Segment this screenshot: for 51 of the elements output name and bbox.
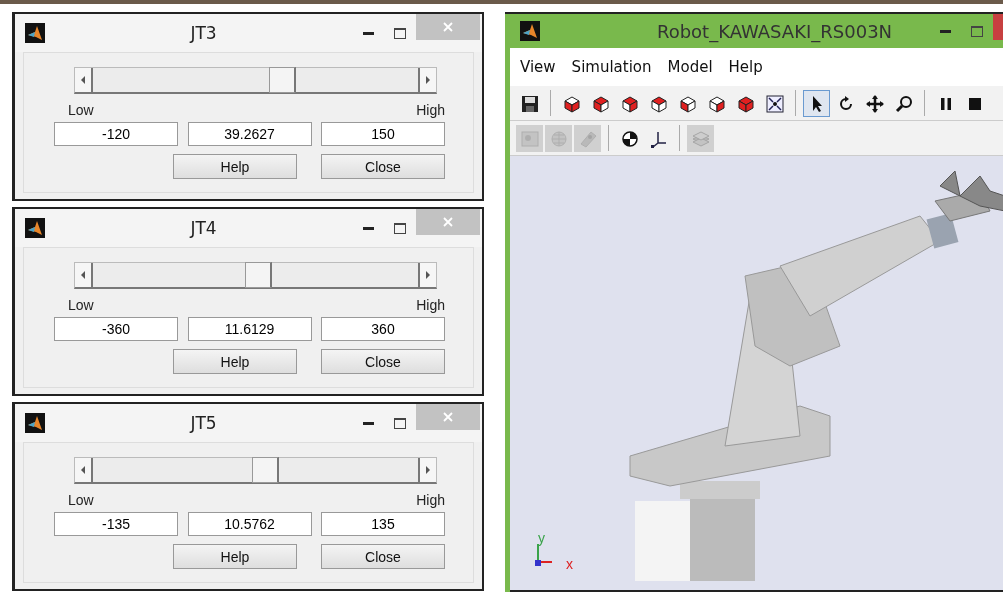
right-arrow-button[interactable]	[418, 458, 436, 482]
high-input-field[interactable]: 135	[321, 512, 445, 536]
help-button[interactable]: Help	[173, 154, 297, 179]
low-input-field[interactable]: -360	[54, 317, 178, 341]
slider[interactable]	[74, 67, 437, 94]
help-button[interactable]: Help	[173, 544, 297, 569]
slider-thumb[interactable]	[252, 457, 280, 483]
window-title: Robot_KAWASAKI_RS003N	[655, 20, 894, 42]
close-icon	[443, 217, 453, 227]
low-label: Low	[68, 102, 94, 118]
close-icon	[443, 412, 453, 422]
close-dialog-button[interactable]: Close	[321, 349, 445, 374]
left-arrow-button[interactable]	[75, 263, 93, 287]
value-input-field[interactable]: 39.2627	[187, 122, 312, 146]
help-button[interactable]: Help	[173, 349, 297, 374]
close-dialog-button[interactable]: Close	[321, 544, 445, 569]
left-arrow-button[interactable]	[75, 68, 93, 92]
high-label: High	[416, 102, 445, 118]
window-title: JT5	[188, 413, 218, 433]
window-title: JT3	[188, 23, 218, 43]
menu-item[interactable]: Model	[661, 54, 719, 80]
low-input-field[interactable]: -135	[54, 512, 178, 536]
low-label: Low	[68, 297, 94, 313]
high-input-field[interactable]: 150	[321, 122, 445, 146]
left-arrow-button[interactable]	[75, 458, 93, 482]
close-dialog-button[interactable]: Close	[321, 154, 445, 179]
window-title: JT4	[188, 218, 218, 238]
axis-label: x	[566, 556, 573, 572]
high-input-field[interactable]: 360	[321, 317, 445, 341]
value-input-field[interactable]: 11.6129	[187, 317, 312, 341]
slider[interactable]	[74, 262, 437, 289]
high-label: High	[416, 297, 445, 313]
slider[interactable]	[74, 457, 437, 484]
high-label: High	[416, 492, 445, 508]
axis-label: y	[538, 530, 545, 546]
slider-thumb[interactable]	[268, 67, 296, 93]
right-arrow-button[interactable]	[418, 263, 436, 287]
app-logo-icon	[25, 218, 45, 238]
app-logo-icon	[25, 23, 45, 43]
slider-thumb[interactable]	[245, 262, 273, 288]
low-label: Low	[68, 492, 94, 508]
menu-item[interactable]: Simulation	[565, 54, 658, 80]
right-arrow-button[interactable]	[418, 68, 436, 92]
menu-item[interactable]: View	[514, 54, 562, 80]
menu-item[interactable]: Help	[722, 54, 769, 80]
close-icon	[443, 22, 453, 32]
app-logo-icon	[520, 21, 540, 41]
pointer-icon[interactable]	[803, 89, 830, 117]
value-input-field[interactable]: 10.5762	[187, 512, 312, 536]
low-input-field[interactable]: -120	[54, 122, 178, 146]
app-logo-icon	[25, 413, 45, 433]
